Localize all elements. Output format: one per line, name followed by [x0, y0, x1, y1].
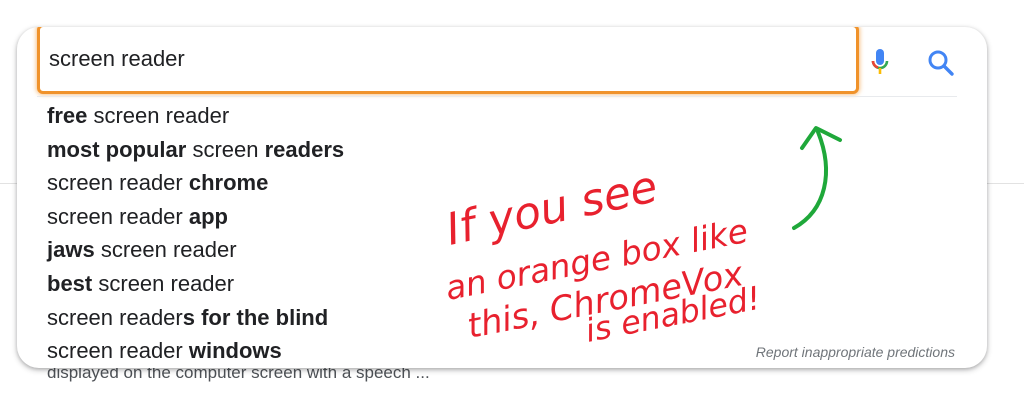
suggestion-bold-text: readers — [264, 136, 345, 162]
voice-search-button[interactable] — [865, 45, 895, 81]
suggestion-text: screen reader — [47, 170, 189, 196]
suggestion-item[interactable]: jaws screen reader — [47, 233, 344, 267]
microphone-icon — [871, 49, 889, 74]
suggestion-text: screen reader — [87, 103, 230, 128]
search-input[interactable] — [37, 27, 859, 94]
suggestion-text: screen reader — [92, 270, 235, 296]
suggestion-item[interactable]: screen reader windows — [47, 334, 344, 368]
suggestion-item[interactable]: free screen reader — [47, 99, 344, 133]
suggestion-text: screen reader — [47, 203, 189, 229]
report-predictions-link[interactable]: Report inappropriate predictions — [756, 344, 955, 360]
suggestion-bold-text: free — [47, 103, 88, 128]
suggestion-bold-text: best — [47, 270, 93, 296]
suggestion-list: free screen reader most popular screen re… — [47, 99, 344, 368]
magnifier-icon — [928, 50, 954, 76]
suggestion-text: screen — [186, 136, 265, 162]
suggestion-bold-text: app — [188, 203, 228, 229]
suggestion-bold-text: chrome — [188, 170, 269, 196]
suggestion-item[interactable]: screen reader app — [47, 200, 344, 234]
suggestion-item[interactable]: screen readers for the blind — [47, 301, 344, 335]
suggestion-text: screen reader — [47, 304, 183, 330]
suggestion-bold-text: most popular — [47, 136, 187, 162]
page: displayed on the computer screen with a … — [0, 0, 1024, 399]
suggestion-bold-text: s for the blind — [182, 304, 329, 330]
search-button[interactable] — [923, 45, 959, 81]
suggestion-bold-text: windows — [188, 338, 282, 364]
suggestion-divider — [37, 96, 957, 97]
search-autocomplete-dropdown: free screen readermost popular screen re… — [17, 27, 987, 368]
suggestion-text: screen reader — [94, 237, 237, 263]
suggestion-item[interactable]: best screen reader — [47, 267, 344, 301]
suggestion-item[interactable]: most popular screen readers — [47, 133, 344, 167]
suggestion-text: screen reader — [47, 338, 189, 364]
suggestion-bold-text: jaws — [47, 237, 95, 263]
suggestion-item[interactable]: screen reader chrome — [47, 166, 344, 200]
